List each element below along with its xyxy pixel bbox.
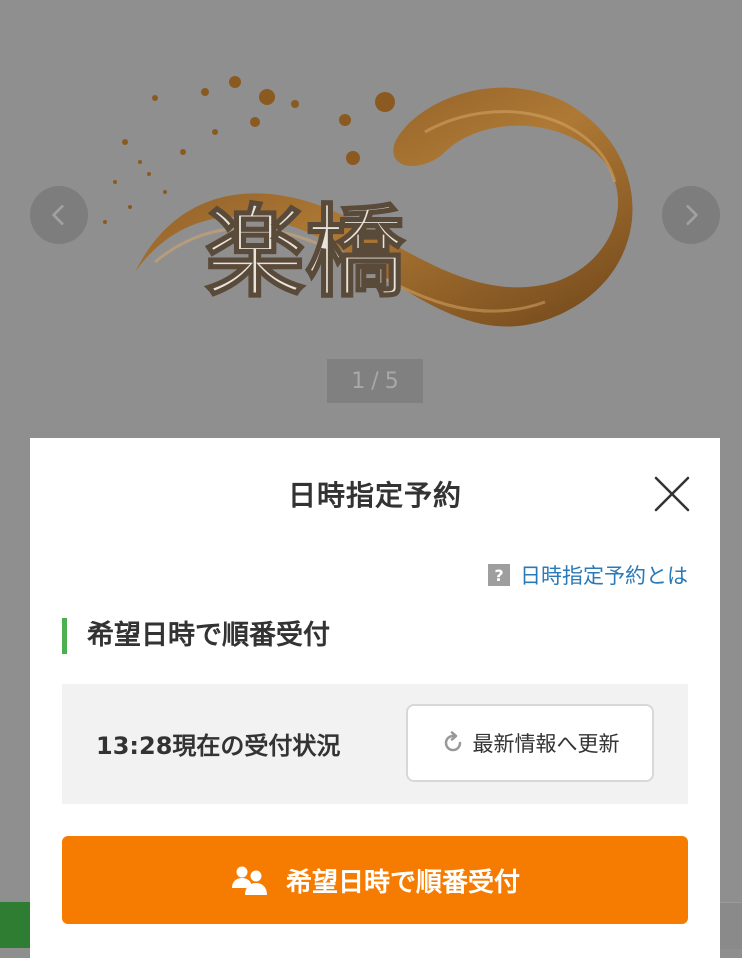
help-link-label: 日時指定予約とは: [520, 564, 688, 588]
help-link[interactable]: ? 日時指定予約とは: [488, 560, 688, 590]
background-green-bar: [0, 902, 34, 948]
status-panel: 13:28現在の受付状況 最新情報へ更新: [62, 684, 688, 804]
refresh-icon: [444, 731, 461, 752]
users-icon: [231, 866, 267, 895]
chevron-left-icon: [52, 204, 64, 226]
refresh-button[interactable]: 最新情報へ更新: [406, 704, 654, 782]
background-strip: [720, 902, 742, 949]
pager-current: 1: [351, 368, 366, 394]
pager-separator: /: [371, 368, 379, 394]
hero-logo-image: 楽橋: [103, 76, 633, 327]
reserve-by-datetime-button[interactable]: 希望日時で順番受付: [62, 836, 688, 924]
logo-text: 楽橋: [205, 193, 405, 311]
question-icon: ?: [488, 564, 510, 586]
chevron-right-icon: [686, 204, 698, 226]
modal-title: 日時指定予約: [287, 479, 462, 512]
reservation-modal: 日時指定予約 ? 日時指定予約とは 希望日時で順番受付 13:28現在の受付状況…: [30, 438, 720, 958]
carousel-pager: 1 / 5: [327, 359, 423, 403]
pager-total: 5: [384, 368, 399, 394]
carousel-next-button[interactable]: [662, 186, 720, 244]
primary-button-label: 希望日時で順番受付: [285, 867, 520, 898]
carousel-prev-button[interactable]: [30, 186, 88, 244]
section-heading: 希望日時で順番受付: [62, 618, 330, 654]
close-icon[interactable]: [650, 472, 694, 516]
status-text: 13:28現在の受付状況: [96, 732, 341, 760]
refresh-button-label: 最新情報へ更新: [472, 732, 620, 756]
